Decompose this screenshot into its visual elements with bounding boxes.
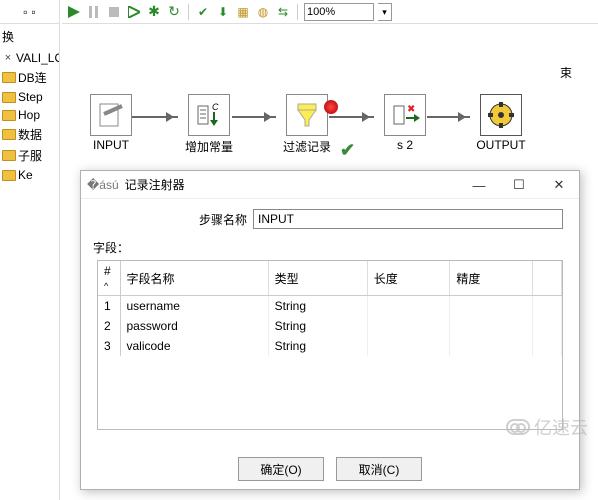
step-s2-icon: ✖: [384, 94, 426, 136]
table-row[interactable]: 3valicodeString: [98, 336, 562, 356]
minimize-button[interactable]: ―: [459, 171, 499, 199]
record-injector-dialog: �ású 记录注射器 ― ☐ ✕ 步骤名称 字段： # ^ 字段名称 类型 长度…: [80, 170, 580, 490]
debug-icon[interactable]: ✱: [146, 4, 162, 20]
folder-icon: [2, 72, 16, 83]
step-output[interactable]: OUTPUT: [472, 94, 530, 152]
separator: [297, 4, 298, 20]
dialog-title: 记录注射器: [125, 176, 185, 193]
step-label: 过滤记录: [278, 138, 336, 155]
tree-item-label: Step: [18, 90, 43, 104]
hop[interactable]: [329, 116, 374, 118]
tree-item-label: Hop: [18, 108, 40, 122]
separator: [188, 4, 189, 20]
col-idx[interactable]: # ^: [98, 261, 120, 296]
step-filter-icon: [286, 94, 328, 136]
true-branch-icon: ✔: [340, 140, 356, 156]
tree-item[interactable]: Hop: [0, 106, 59, 124]
watermark: 亿速云: [506, 414, 588, 440]
toolbar: ✱ ↻ ✔ ⬇ ▦ ◍ ⇆ ▾: [62, 0, 598, 24]
tree-mini-icon: ▫: [32, 5, 36, 19]
folder-icon: [2, 129, 16, 140]
col-spacer: [532, 261, 561, 296]
pause-icon[interactable]: [86, 4, 102, 20]
table-row[interactable]: 1usernameString: [98, 296, 562, 317]
dialog-titlebar[interactable]: �ású 记录注射器 ― ☐ ✕: [81, 171, 579, 199]
ok-button[interactable]: 确定(O): [238, 457, 324, 481]
fields-grid[interactable]: # ^ 字段名称 类型 长度 精度 1usernameString 2passw…: [97, 260, 563, 430]
zoom-dropdown[interactable]: ▾: [378, 3, 392, 21]
tree-item[interactable]: 数据: [0, 124, 59, 145]
tree-item[interactable]: 子服: [0, 145, 59, 166]
svg-text:C: C: [212, 102, 219, 112]
tree-item-label: DB连: [18, 69, 47, 86]
tree-item[interactable]: Step: [0, 88, 59, 106]
side-tree: ▫ ▫ 换 ×VALI_LO DB连 Step Hop 数据 子服 Ke: [0, 0, 60, 500]
truncated-label: 束: [560, 64, 598, 81]
tree-tab[interactable]: 换: [0, 24, 59, 49]
app-icon: �ású: [87, 178, 119, 192]
tree-item-label: Ke: [18, 168, 33, 182]
cancel-button[interactable]: 取消(C): [336, 457, 422, 481]
sql-icon[interactable]: ▦: [235, 4, 251, 20]
chevron-icon: ×: [2, 52, 14, 64]
step-label: OUTPUT: [472, 138, 530, 152]
tree-item[interactable]: ×VALI_LO: [0, 49, 59, 67]
tree-mini-icon: ▫: [23, 5, 27, 19]
folder-icon: [2, 150, 16, 161]
explore-icon[interactable]: ◍: [255, 4, 271, 20]
svg-text:✖: ✖: [407, 104, 415, 115]
impact-icon[interactable]: ⬇: [215, 4, 231, 20]
hop[interactable]: [427, 116, 470, 118]
step-add-constant[interactable]: C 增加常量: [180, 94, 238, 155]
verify-icon[interactable]: ✔: [195, 4, 211, 20]
folder-icon: [2, 110, 16, 121]
hop[interactable]: [132, 116, 178, 118]
step-input[interactable]: INPUT: [82, 94, 140, 152]
stop-icon[interactable]: [106, 4, 122, 20]
col-precision[interactable]: 精度: [450, 261, 533, 296]
analyze-icon[interactable]: ⇆: [275, 4, 291, 20]
maximize-button[interactable]: ☐: [499, 171, 539, 199]
step-label: INPUT: [82, 138, 140, 152]
watermark-icon: [506, 419, 530, 435]
table-row[interactable]: 2passwordString: [98, 316, 562, 336]
folder-icon: [2, 92, 16, 103]
step-input-icon: [90, 94, 132, 136]
step-label: 增加常量: [180, 138, 238, 155]
error-indicator-icon: [324, 100, 338, 114]
tree-item-label: 数据: [18, 126, 42, 143]
col-type[interactable]: 类型: [268, 261, 367, 296]
zoom-input[interactable]: [304, 3, 374, 21]
folder-icon: [2, 170, 16, 181]
preview-icon[interactable]: [126, 4, 142, 20]
hop[interactable]: [232, 116, 276, 118]
tree-item[interactable]: Ke: [0, 166, 59, 184]
fields-section-label: 字段：: [93, 239, 579, 256]
tree-item[interactable]: DB连: [0, 67, 59, 88]
tree-item-label: 子服: [18, 147, 42, 164]
step-s2[interactable]: ✖ s 2: [376, 94, 434, 152]
col-name[interactable]: 字段名称: [120, 261, 268, 296]
step-name-label: 步骤名称: [147, 211, 247, 228]
watermark-text: 亿速云: [534, 414, 588, 440]
run-icon[interactable]: [66, 4, 82, 20]
step-label: s 2: [376, 138, 434, 152]
tree-item-label: VALI_LO: [16, 51, 60, 65]
step-output-icon: [480, 94, 522, 136]
replay-icon[interactable]: ↻: [166, 4, 182, 20]
step-name-input[interactable]: [253, 209, 563, 229]
tree-header: ▫ ▫: [0, 0, 59, 24]
close-button[interactable]: ✕: [539, 171, 579, 199]
col-length[interactable]: 长度: [367, 261, 450, 296]
step-add-constant-icon: C: [188, 94, 230, 136]
